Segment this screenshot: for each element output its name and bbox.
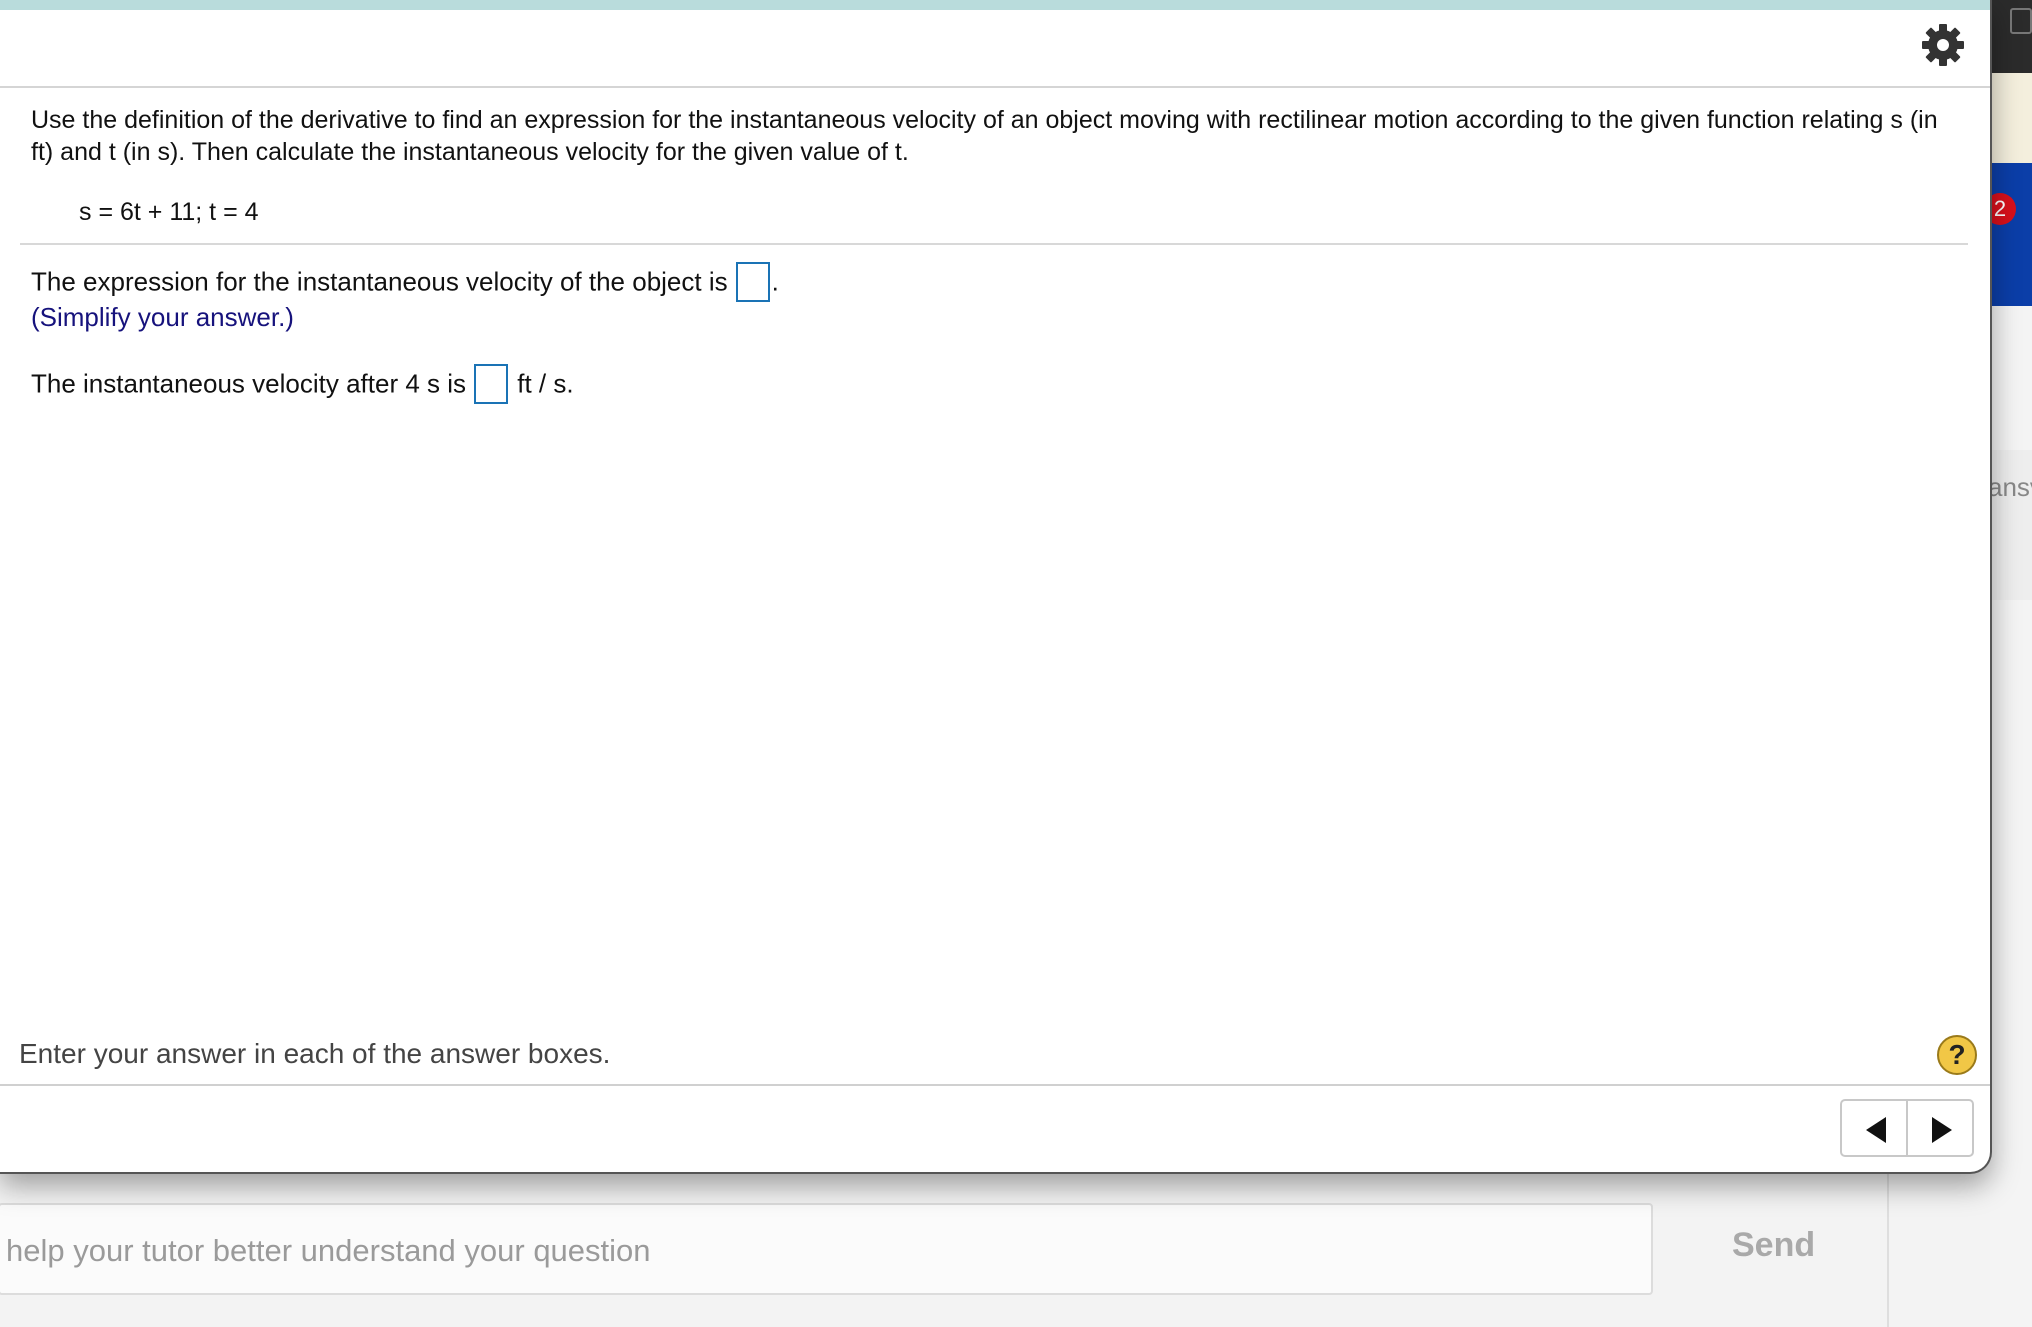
answer-box-velocity[interactable] [474,364,509,404]
background-cream-block [1990,73,2032,163]
triangle-left-icon [1866,1117,1886,1143]
question-equation: s = 6t + 11; t = 4 [79,198,259,226]
answer-line-1: The expression for the instantaneous vel… [31,262,779,302]
question-content: Use the definition of the derivative to … [31,104,1951,226]
send-button[interactable]: Send [1732,1226,1815,1265]
next-button[interactable] [1906,1101,1972,1155]
question-mark-icon[interactable]: ? [1937,1035,1977,1075]
question-divider [20,243,1968,245]
simplify-hint: (Simplify your answer.) [31,302,294,332]
answer-2-label: The instantaneous velocity after 4 s is [31,368,467,399]
previous-button[interactable] [1842,1101,1906,1155]
answer-line-2: The instantaneous velocity after 4 s is … [31,364,574,404]
divider [1887,1170,1889,1327]
background-partial-text: ansv [1988,472,2032,502]
question-prompt: Use the definition of the derivative to … [31,106,1938,166]
share-icon[interactable] [2010,8,2032,34]
modal-top-bar [0,0,1990,10]
triangle-right-icon [1932,1117,1952,1143]
chat-message-input[interactable]: help your tutor better understand your q… [0,1203,1653,1295]
footer-instruction: Enter your answer in each of the answer … [19,1038,611,1069]
question-modal: Use the definition of the derivative to … [0,0,1992,1174]
gear-icon[interactable] [1920,22,1966,68]
navigation-buttons [1840,1099,1974,1157]
header-divider [0,86,1990,88]
background-blue-block [1990,163,2032,306]
answer-1-label: The expression for the instantaneous vel… [31,266,728,297]
answer-1-suffix: . [771,266,779,297]
answer-2-unit: ft / s. [517,368,574,399]
footer-divider [0,1084,1990,1086]
answer-box-expression[interactable] [735,262,770,302]
